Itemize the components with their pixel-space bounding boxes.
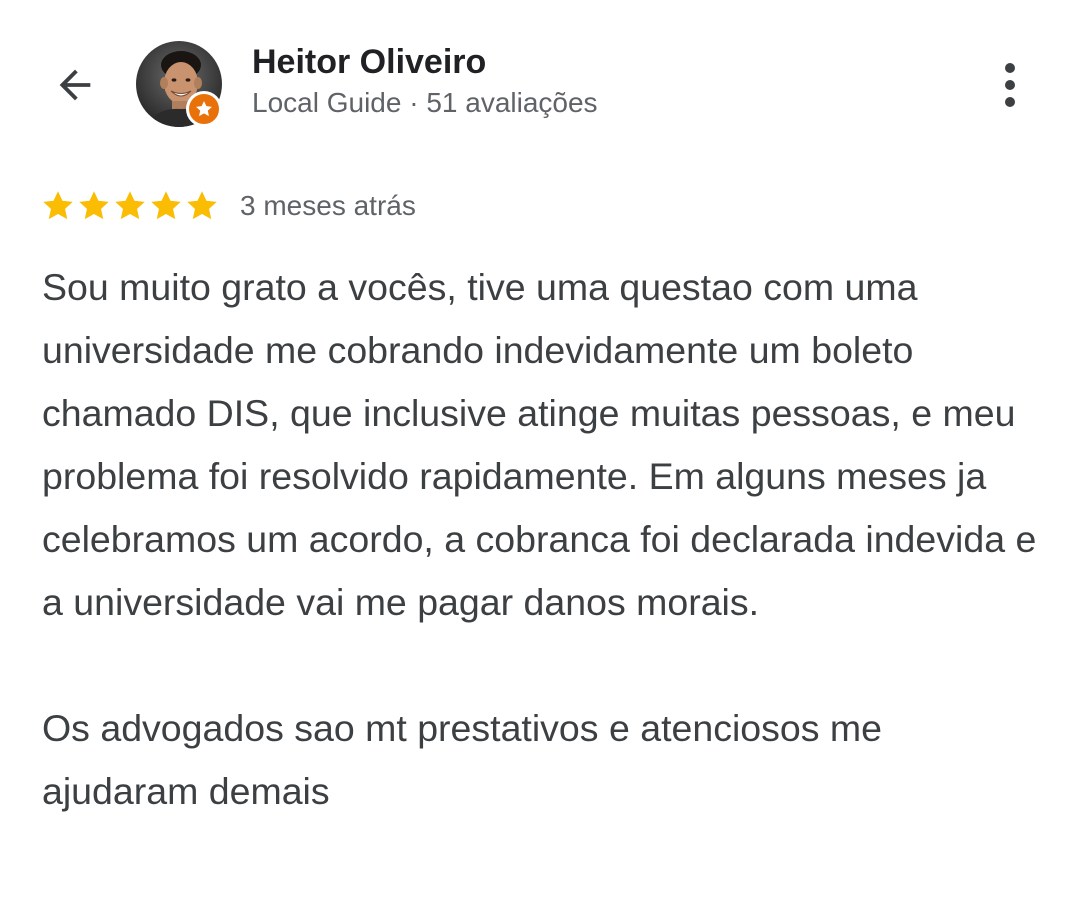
star-badge-icon [196, 101, 212, 117]
local-guide-badge [186, 91, 222, 127]
back-button[interactable] [44, 54, 106, 116]
more-vert-icon [1005, 63, 1015, 73]
arrow-back-icon [59, 69, 91, 101]
star-icon [43, 191, 73, 220]
star-icon [79, 191, 109, 220]
user-meta[interactable]: Local Guide · 51 avaliações [252, 84, 598, 122]
star-icon [151, 191, 181, 220]
review-paragraph: Os advogados sao mt prestativos e atenci… [42, 707, 893, 812]
star-icon [115, 191, 145, 220]
review-text: Sou muito grato a vocês, tive uma questa… [42, 256, 1042, 823]
review-detail-page: Heitor Oliveiro Local Guide · 51 avaliaç… [0, 0, 1080, 920]
star-icon [187, 191, 217, 220]
review-paragraph: Sou muito grato a vocês, tive uma questa… [42, 266, 1047, 623]
user-name[interactable]: Heitor Oliveiro [252, 40, 486, 84]
review-date: 3 meses atrás [240, 190, 416, 221]
review-header: Heitor Oliveiro Local Guide · 51 avaliaç… [0, 0, 1080, 160]
rating-row: 3 meses atrás [40, 184, 416, 228]
more-options-button[interactable] [984, 56, 1036, 114]
star-rating [40, 188, 220, 224]
